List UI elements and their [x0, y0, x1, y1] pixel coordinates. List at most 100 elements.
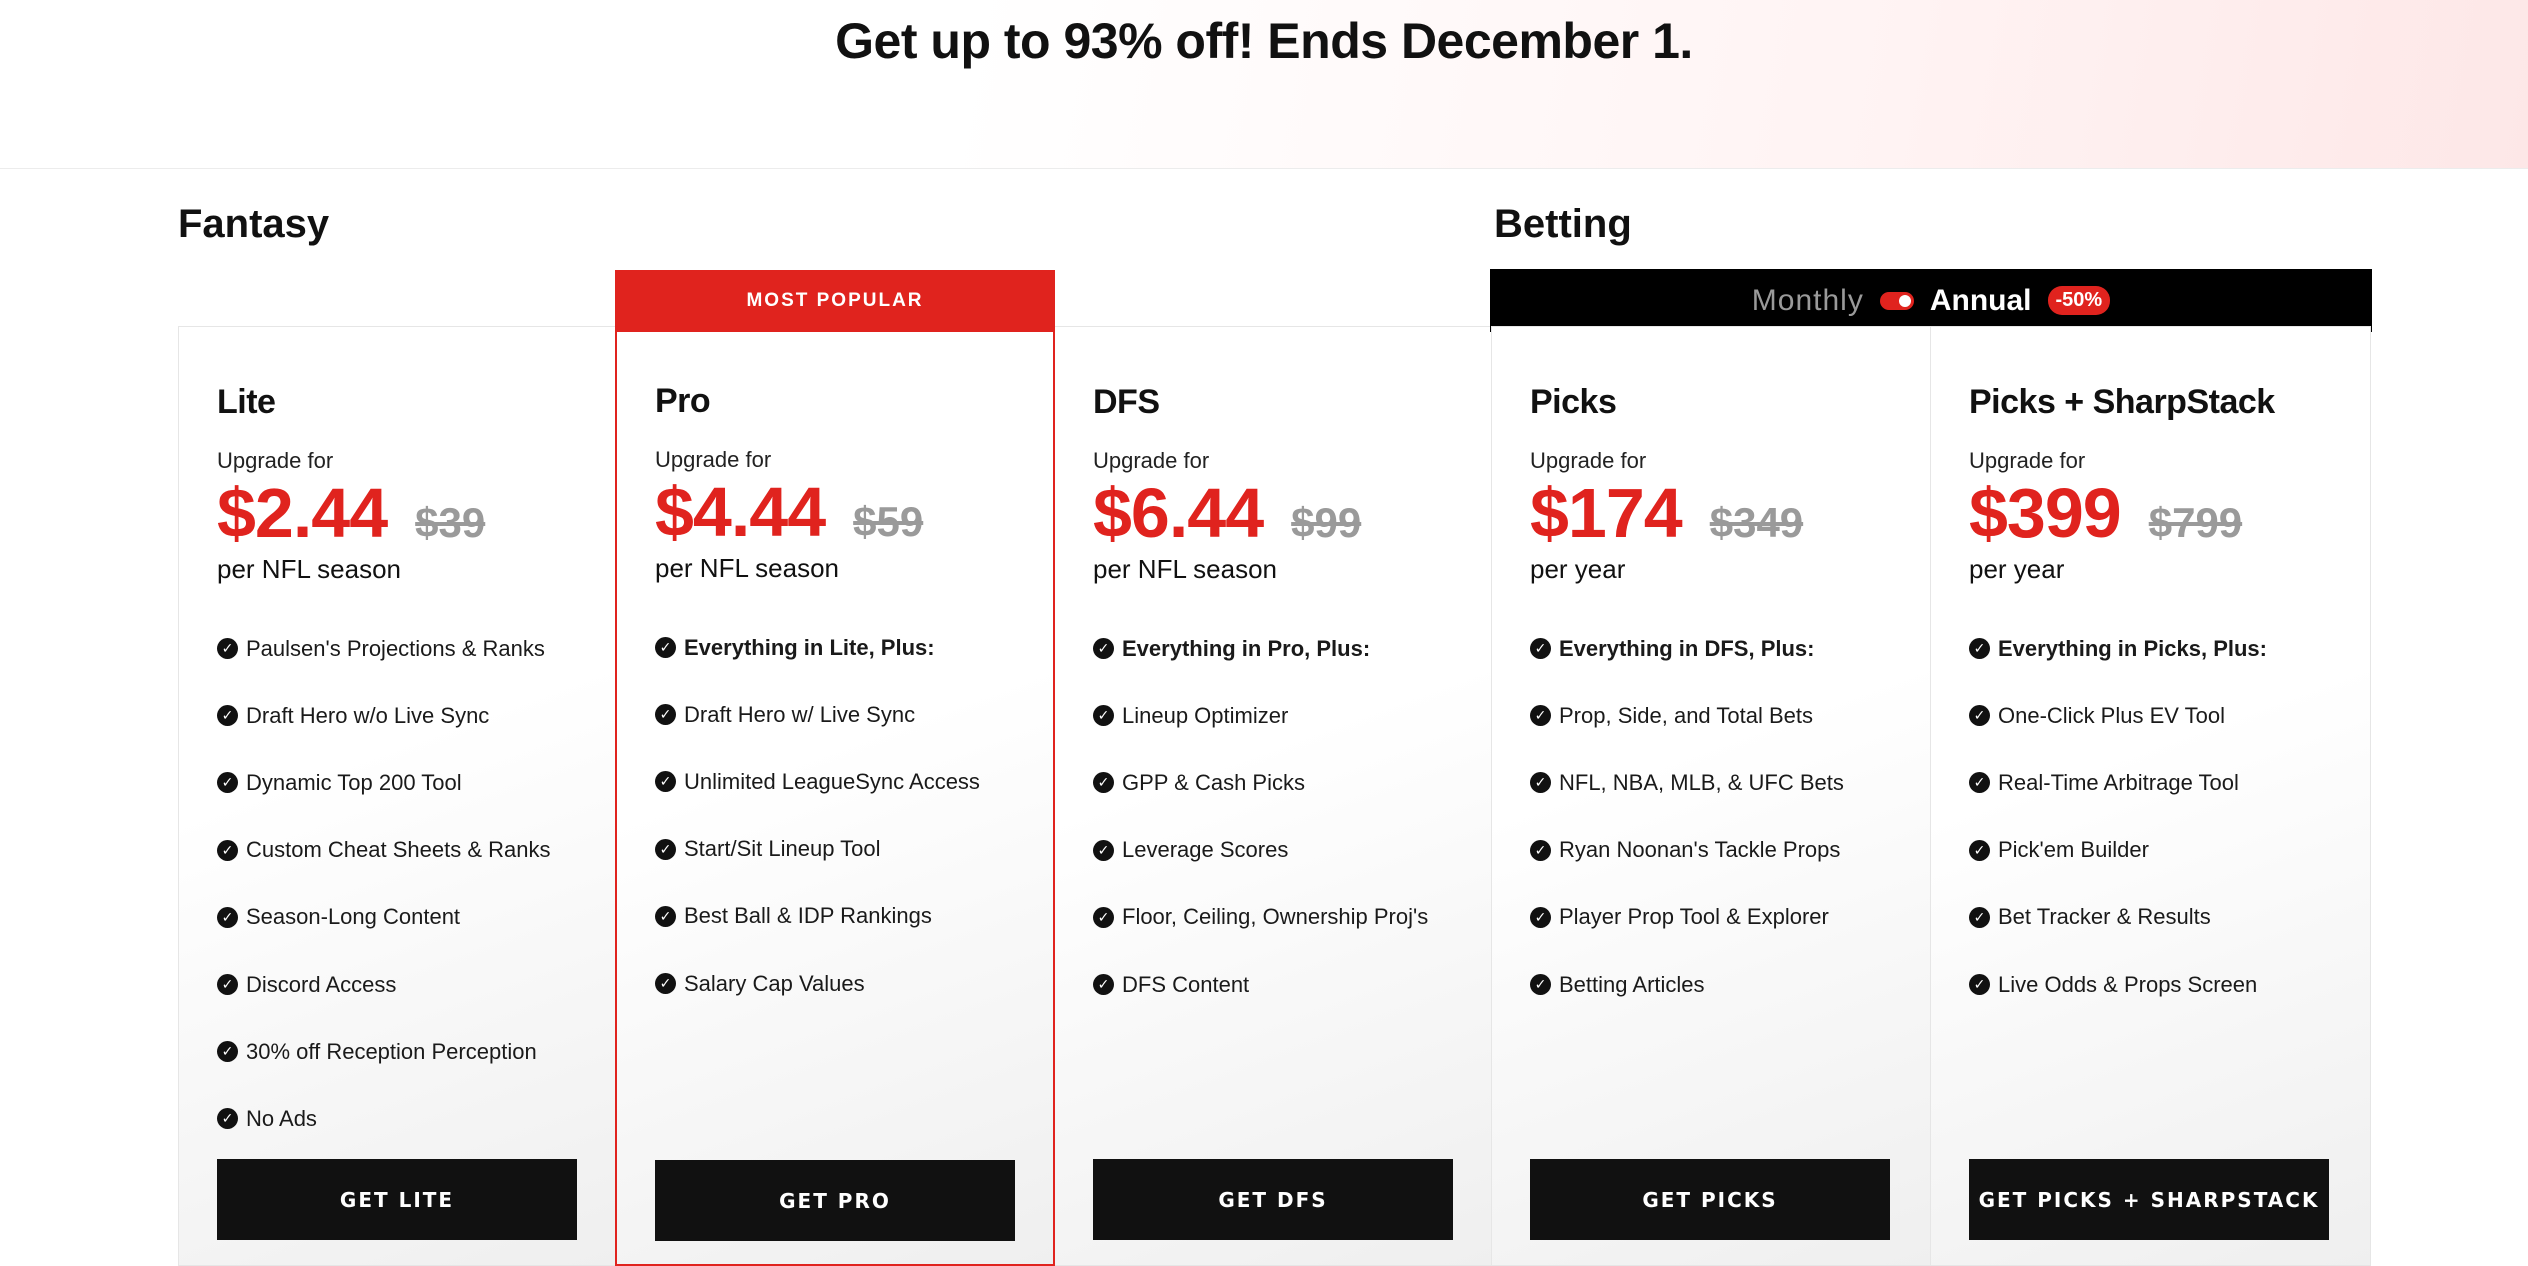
feature-item: ✓ Everything in DFS, Plus:: [1530, 615, 1890, 682]
section-title-fantasy: Fantasy: [178, 202, 330, 246]
feature-text: Discord Access: [246, 971, 397, 997]
feature-item: ✓ Draft Hero w/ Live Sync: [655, 681, 1015, 748]
original-price: $99: [1291, 499, 1362, 546]
billing-period: per NFL season: [1093, 554, 1278, 584]
feature-text: Floor, Ceiling, Ownership Proj's: [1122, 904, 1429, 930]
feature-item: ✓ Unlimited LeagueSync Access: [655, 748, 1015, 815]
feature-item: ✓ Salary Cap Values: [655, 950, 1015, 1017]
feature-item: ✓ Custom Cheat Sheets & Ranks: [217, 817, 577, 884]
check-circle-icon: ✓: [1530, 772, 1551, 794]
check-circle-icon: ✓: [1530, 839, 1551, 861]
promo-banner: Get up to 93% off! Ends December 1.: [0, 0, 2528, 169]
feature-text: Custom Cheat Sheets & Ranks: [246, 837, 551, 863]
feature-list: ✓ Everything in Lite, Plus: ✓ Draft Hero w/…: [655, 614, 1015, 1017]
get-lite-button[interactable]: GET LITE: [217, 1159, 577, 1240]
feature-text: Paulsen's Projections & Ranks: [246, 635, 545, 661]
feature-text: Pick'em Builder: [1998, 837, 2149, 863]
feature-text: GPP & Cash Picks: [1122, 769, 1305, 795]
get-pro-button[interactable]: GET PRO: [655, 1160, 1015, 1241]
get-picks-sharpstack-button[interactable]: GET PICKS + SHARPSTACK: [1969, 1159, 2329, 1240]
plan-name: Picks: [1530, 383, 1617, 421]
monthly-option[interactable]: Monthly: [1752, 284, 1864, 318]
check-circle-icon: ✓: [655, 838, 676, 860]
feature-item: ✓ Live Odds & Props Screen: [1969, 951, 2329, 1018]
billing-toggle-switch[interactable]: [1879, 291, 1914, 310]
sale-price: $4.44: [655, 473, 826, 551]
check-circle-icon: ✓: [1530, 906, 1551, 928]
check-circle-icon: ✓: [217, 772, 238, 794]
plan-name: Lite: [217, 383, 276, 421]
upgrade-label: Upgrade for: [1093, 448, 1210, 473]
check-circle-icon: ✓: [1969, 772, 1990, 794]
check-circle-icon: ✓: [217, 1041, 238, 1063]
check-circle-icon: ✓: [217, 1108, 238, 1130]
feature-item: ✓ Leverage Scores: [1093, 817, 1453, 884]
feature-item: ✓ Floor, Ceiling, Ownership Proj's: [1093, 884, 1453, 951]
check-circle-icon: ✓: [655, 905, 676, 927]
check-circle-icon: ✓: [1530, 974, 1551, 996]
feature-text: Leverage Scores: [1122, 837, 1289, 863]
check-circle-icon: ✓: [1093, 638, 1114, 660]
annual-option[interactable]: Annual: [1930, 284, 2032, 318]
feature-text: Unlimited LeagueSync Access: [684, 768, 980, 794]
plan-name: Picks + SharpStack: [1969, 383, 2275, 421]
feature-text: Ryan Noonan's Tackle Props: [1559, 837, 1841, 863]
feature-item: ✓ Paulsen's Projections & Ranks: [217, 615, 577, 682]
feature-text: Everything in Pro, Plus:: [1122, 635, 1371, 661]
feature-item: ✓ One-Click Plus EV Tool: [1969, 682, 2329, 749]
sale-price: $174: [1530, 474, 1683, 552]
feature-text: One-Click Plus EV Tool: [1998, 702, 2226, 728]
billing-period: per year: [1969, 554, 2065, 584]
feature-item: ✓ No Ads: [217, 1085, 577, 1152]
original-price: $349: [1709, 499, 1804, 546]
feature-text: Live Odds & Props Screen: [1998, 971, 2258, 997]
check-circle-icon: ✓: [1093, 906, 1114, 928]
check-circle-icon: ✓: [655, 771, 676, 793]
upgrade-label: Upgrade for: [1530, 448, 1647, 473]
check-circle-icon: ✓: [217, 974, 238, 996]
upgrade-label: Upgrade for: [655, 447, 772, 472]
original-price: $39: [415, 499, 486, 546]
billing-period: per NFL season: [217, 554, 402, 584]
feature-item: ✓ Prop, Side, and Total Bets: [1530, 682, 1890, 749]
sale-price: $399: [1969, 474, 2122, 552]
feature-item: ✓ 30% off Reception Perception: [217, 1018, 577, 1085]
check-circle-icon: ✓: [655, 637, 676, 659]
feature-text: Real-Time Arbitrage Tool: [1998, 769, 2239, 795]
feature-text: Everything in Lite, Plus:: [684, 634, 935, 660]
feature-text: Best Ball & IDP Rankings: [684, 903, 932, 929]
feature-text: Dynamic Top 200 Tool: [246, 769, 462, 795]
check-circle-icon: ✓: [1093, 839, 1114, 861]
check-circle-icon: ✓: [1969, 974, 1990, 996]
get-picks-button[interactable]: GET PICKS: [1530, 1159, 1890, 1240]
feature-item: ✓ Everything in Picks, Plus:: [1969, 615, 2329, 682]
feature-text: Salary Cap Values: [684, 970, 865, 996]
get-dfs-button[interactable]: GET DFS: [1093, 1159, 1453, 1240]
feature-item: ✓ Draft Hero w/o Live Sync: [217, 682, 577, 749]
feature-item: ✓ Pick'em Builder: [1969, 817, 2329, 884]
feature-item: ✓ Betting Articles: [1530, 951, 1890, 1018]
billing-period: per NFL season: [655, 553, 840, 583]
feature-item: ✓ GPP & Cash Picks: [1093, 749, 1453, 816]
feature-text: Player Prop Tool & Explorer: [1559, 904, 1829, 930]
check-circle-icon: ✓: [1969, 906, 1990, 928]
feature-text: Everything in DFS, Plus:: [1559, 635, 1815, 661]
feature-item: ✓ Ryan Noonan's Tackle Props: [1530, 817, 1890, 884]
feature-item: ✓ Dynamic Top 200 Tool: [217, 749, 577, 816]
billing-period: per year: [1530, 554, 1626, 584]
feature-item: ✓ Real-Time Arbitrage Tool: [1969, 749, 2329, 816]
check-circle-icon: ✓: [1093, 705, 1114, 727]
feature-list: ✓ Paulsen's Projections & Ranks ✓ Draft Her…: [217, 615, 577, 1153]
plan-card-picks-sharpstack: Picks + SharpStack Upgrade for $399 $799…: [1931, 326, 2371, 1266]
feature-item: ✓ Bet Tracker & Results: [1969, 884, 2329, 951]
original-price: $799: [2148, 499, 2243, 546]
sale-price: $6.44: [1093, 474, 1264, 552]
billing-toggle-bar: Monthly Annual -50%: [1490, 269, 2372, 332]
discount-badge: -50%: [2047, 286, 2111, 315]
most-popular-badge: MOST POPULAR: [615, 270, 1055, 332]
feature-text: Everything in Picks, Plus:: [1998, 635, 2267, 661]
check-circle-icon: ✓: [1530, 638, 1551, 660]
feature-item: ✓ Player Prop Tool & Explorer: [1530, 884, 1890, 951]
feature-text: Draft Hero w/ Live Sync: [684, 701, 916, 727]
check-circle-icon: ✓: [655, 973, 676, 995]
